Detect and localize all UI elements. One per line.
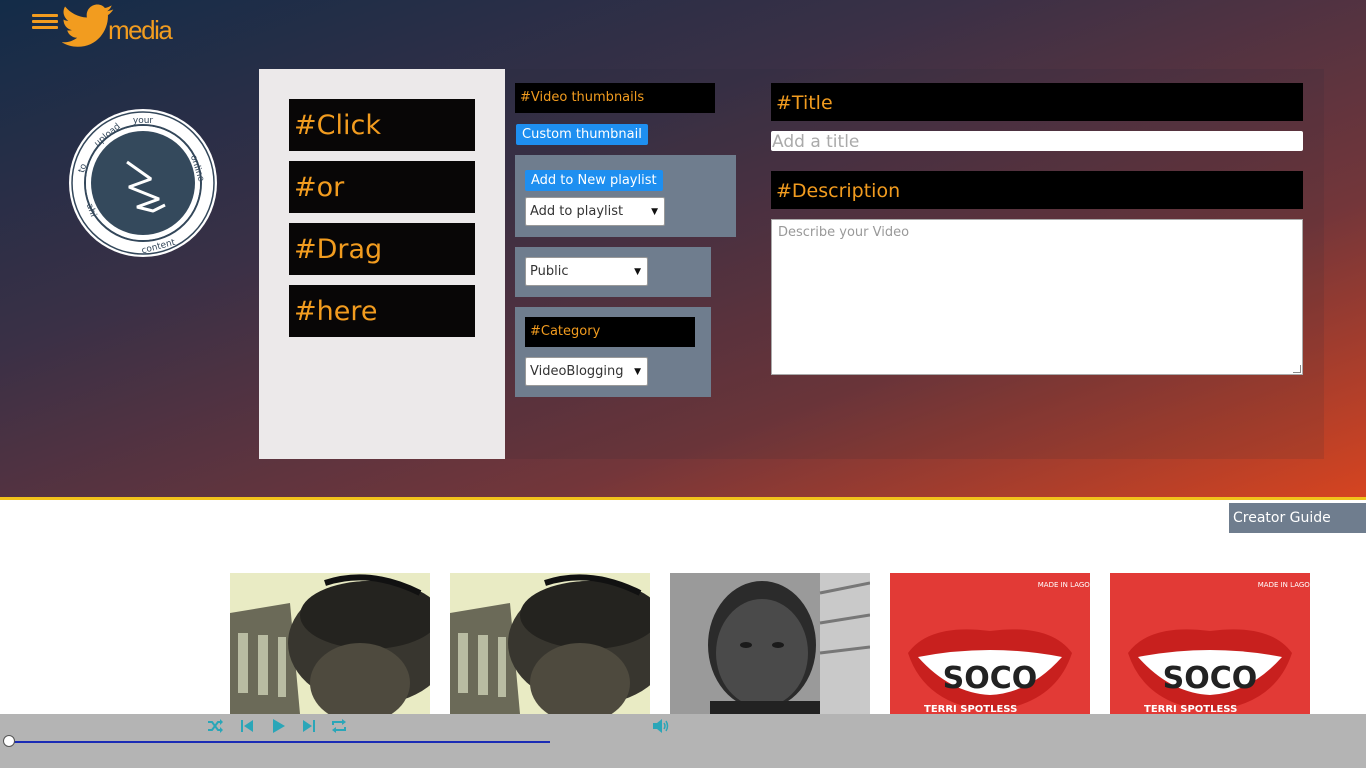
gallery-item[interactable]: MADE IN LAGOS SOCO TERRI SPOTLESS: [890, 573, 1090, 714]
soco-album-art: MADE IN LAGOS SOCO TERRI SPOTLESS: [890, 573, 1090, 714]
twitter-bird-icon: [62, 4, 114, 47]
playlist-select-value: Add to playlist: [530, 204, 624, 219]
resize-handle[interactable]: [1293, 365, 1301, 373]
man-cap-photo: [450, 573, 650, 714]
gallery-item[interactable]: MADE IN LAGOS SOCO TERRI SPOTLESS: [1110, 573, 1310, 714]
category-label: #Category: [525, 317, 695, 347]
dropzone-line-click: #Click: [289, 99, 475, 151]
volume-icon[interactable]: [651, 717, 669, 735]
album-badge: MADE IN LAGOS: [1258, 581, 1310, 589]
chevron-down-icon: ▼: [634, 267, 641, 277]
custom-thumbnail-button[interactable]: Custom thumbnail: [516, 124, 648, 145]
title-label: #Title: [771, 83, 1303, 121]
video-thumbnails-label: #Video thumbnails: [515, 83, 715, 113]
add-new-playlist-button[interactable]: Add to New playlist: [525, 170, 663, 191]
description-placeholder: Describe your Video: [778, 225, 910, 240]
next-icon[interactable]: [300, 717, 318, 735]
album-artist: TERRI SPOTLESS: [1144, 704, 1237, 714]
chevron-down-icon: ▼: [651, 207, 658, 217]
upload-hero: media your upload to online content ahi …: [0, 0, 1366, 500]
description-label: #Description: [771, 171, 1303, 209]
visibility-select-value: Public: [530, 264, 569, 279]
gallery-item[interactable]: [230, 573, 430, 714]
album-title: SOCO: [943, 661, 1038, 696]
man-cap-photo: [230, 573, 430, 714]
title-placeholder: Add a title: [772, 132, 860, 151]
dropzone-line-or: #or: [289, 161, 475, 213]
brand-text: media: [108, 15, 173, 45]
creator-guide-button[interactable]: Creator Guide: [1229, 503, 1366, 533]
chevron-down-icon: ▼: [634, 367, 641, 377]
visibility-box: Public ▼: [515, 247, 711, 297]
album-title: SOCO: [1163, 661, 1258, 696]
gallery-item[interactable]: [670, 573, 870, 714]
progress-track[interactable]: [8, 741, 550, 743]
upload-badge-logo[interactable]: your upload to online content ahi: [67, 107, 219, 259]
album-artist: TERRI SPOTLESS: [924, 704, 1017, 714]
description-textarea[interactable]: Describe your Video: [771, 219, 1303, 375]
previous-icon[interactable]: [238, 717, 256, 735]
category-box: #Category VideoBlogging ▼: [515, 307, 711, 397]
playlist-box: Add to New playlist Add to playlist ▼: [515, 155, 736, 237]
album-badge: MADE IN LAGOS: [1038, 581, 1090, 589]
upload-dropzone[interactable]: #Click #or #Drag #here: [259, 69, 505, 459]
dropzone-line-drag: #Drag: [289, 223, 475, 275]
media-player-bar: [0, 714, 1366, 768]
category-select[interactable]: VideoBlogging ▼: [525, 357, 648, 386]
man-portrait-photo: [670, 573, 870, 714]
dropzone-line-here: #here: [289, 285, 475, 337]
category-select-value: VideoBlogging: [530, 364, 624, 379]
brand-logo[interactable]: media: [62, 4, 173, 48]
upload-form-panel: #Click #or #Drag #here #Video thumbnails…: [259, 69, 1324, 459]
gallery-item[interactable]: [450, 573, 650, 714]
playlist-select[interactable]: Add to playlist ▼: [525, 197, 665, 226]
shuffle-icon[interactable]: [206, 717, 224, 735]
progress-handle[interactable]: [3, 735, 15, 747]
title-input[interactable]: Add a title: [771, 131, 1303, 151]
ring-word-your: your: [133, 116, 154, 126]
visibility-select[interactable]: Public ▼: [525, 257, 648, 286]
play-icon[interactable]: [269, 717, 287, 735]
hamburger-icon[interactable]: [32, 14, 58, 32]
repeat-icon[interactable]: [330, 717, 348, 735]
soco-album-art: MADE IN LAGOS SOCO TERRI SPOTLESS: [1110, 573, 1310, 714]
